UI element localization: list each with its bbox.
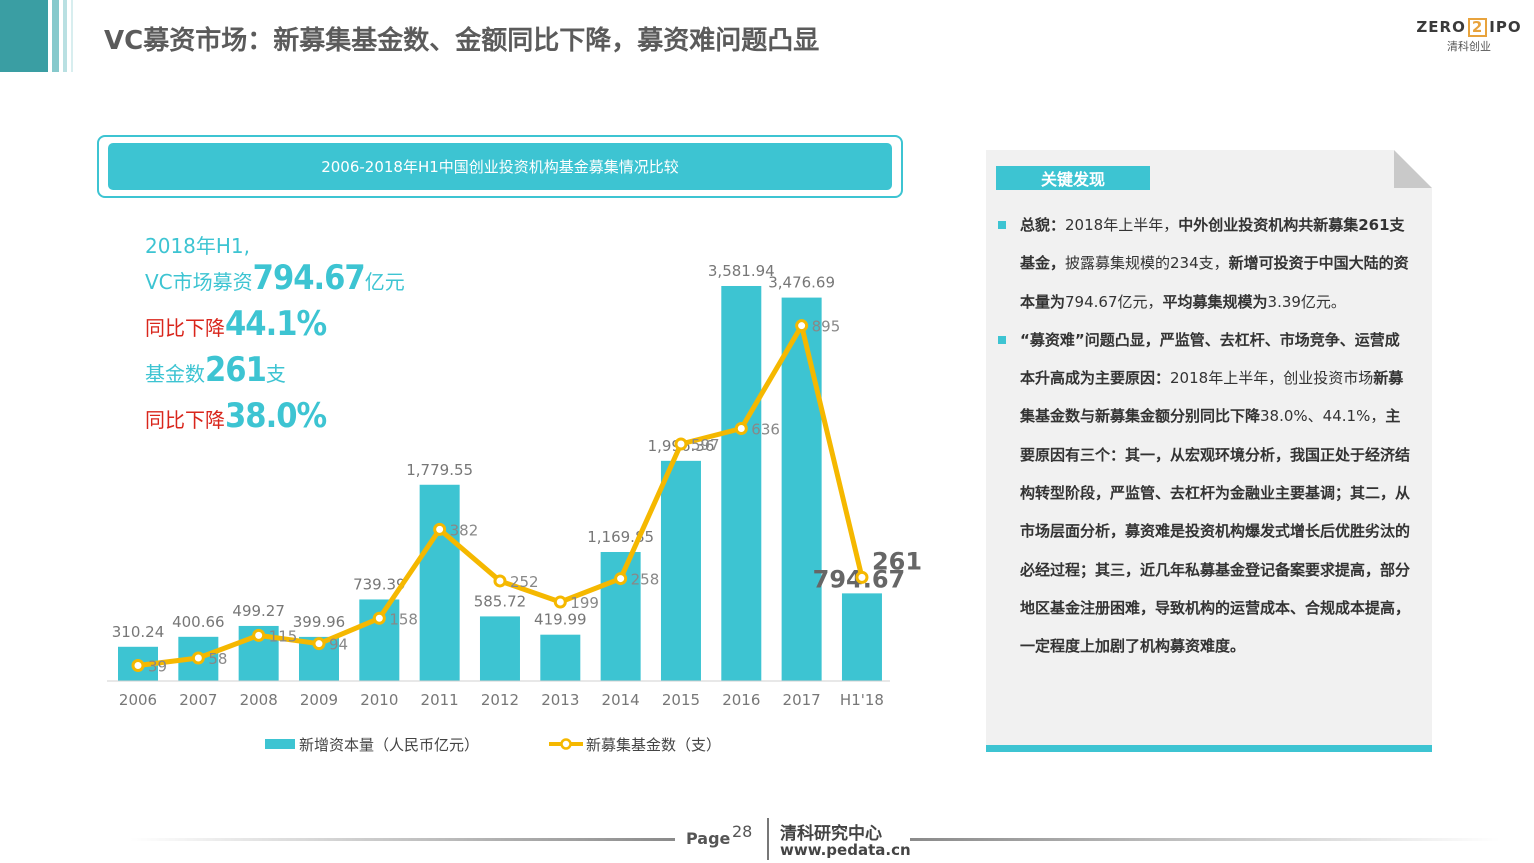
line-point-2016 [734, 422, 748, 436]
finding-text-run: 38.0%、44.1%， [1260, 407, 1386, 426]
x-tick-label: H1'18 [840, 691, 884, 709]
line-value-label: 636 [751, 421, 780, 439]
line-point-2011 [433, 522, 447, 536]
logo-brand-right: IPO [1489, 18, 1522, 36]
bar-value-label: 585.72 [474, 592, 527, 610]
zero2ipo-logo: ZERO 2 IPO 清科创业 [1414, 18, 1524, 54]
footer-url: www.pedata.cn [780, 841, 911, 859]
line-point-2006 [131, 659, 145, 673]
x-tick-labels: 2006 2007 2008 2009 2010 2011 2012 2013 2014 2015… [119, 691, 884, 709]
finding-text-run: 3.39亿元。 [1267, 292, 1346, 311]
bar-value-label: 400.66 [172, 613, 225, 631]
bullet-square-icon [998, 221, 1006, 229]
x-tick-label: 2017 [783, 691, 821, 709]
line-value-label: 199 [570, 594, 599, 612]
line-value-label: 382 [450, 521, 479, 539]
bar-H1'18 [841, 593, 882, 681]
x-tick-label: 2014 [602, 691, 640, 709]
logo-brand-left: ZERO [1416, 18, 1466, 36]
bar-value-label: 310.24 [112, 623, 165, 641]
line-value-label: 258 [631, 571, 660, 589]
line-value-label: 597 [691, 436, 720, 454]
bar-value-label: 3,476.69 [768, 274, 835, 292]
legend-line-label: 新募集基金数（支） [586, 736, 721, 754]
line-point-2007 [191, 651, 205, 665]
line-point-2010 [372, 611, 386, 625]
logo-brand-mid: 2 [1467, 18, 1488, 37]
line-point-2008 [252, 628, 266, 642]
bar-2012 [479, 616, 520, 681]
finding-text-run: 披露募集规模的234支， [1065, 254, 1229, 273]
line-point-2017 [795, 319, 809, 333]
panel-page-fold [1394, 150, 1432, 188]
line-point-H1'18 [855, 570, 869, 584]
bar-2016 [721, 285, 762, 681]
footer-rule-right [910, 838, 1500, 841]
finding-text-run: 总貌： [1020, 216, 1066, 234]
finding-overview: 总貌：2018年上半年，中外创业投资机构共新募集261支基金，披露募集规模的23… [998, 206, 1414, 321]
bar-value-label: 419.99 [534, 611, 587, 629]
x-tick-label: 2009 [300, 691, 338, 709]
findings-list: 总貌：2018年上半年，中外创业投资机构共新募集261支基金，披露募集规模的23… [998, 206, 1414, 666]
bar-2017 [781, 297, 822, 681]
finding-overview-text: 总貌：2018年上半年，中外创业投资机构共新募集261支基金，披露募集规模的23… [1020, 216, 1409, 311]
x-tick-label: 2010 [360, 691, 398, 709]
finding-text-run: 2018年上半年，创业投资市场 [1170, 369, 1374, 388]
line-value-label: 94 [329, 636, 348, 654]
footer-divider [767, 818, 769, 860]
x-tick-label: 2013 [541, 691, 579, 709]
line-point-2013 [553, 595, 567, 609]
key-findings-tab: 关键发现 [996, 166, 1150, 190]
line-value-label: 261 [872, 547, 922, 575]
line-value-label: 58 [208, 650, 227, 668]
finding-text-run: 2018年上半年， [1065, 216, 1179, 234]
x-tick-label: 2016 [722, 691, 760, 709]
logo-brand: ZERO 2 IPO [1414, 18, 1524, 37]
panel-bottom-accent [986, 745, 1432, 752]
footer-rule-left [130, 838, 675, 841]
x-tick-label: 2008 [240, 691, 278, 709]
line-point-2012 [493, 574, 507, 588]
bar-2013 [540, 634, 581, 681]
footer-page-label: Page [686, 829, 731, 848]
line-point-2014 [614, 572, 628, 586]
x-tick-label: 2007 [179, 691, 217, 709]
x-tick-label: 2012 [481, 691, 519, 709]
line-value-label: 39 [148, 658, 167, 676]
line-value-label: 158 [389, 610, 418, 628]
finding-fundraising-difficulty: “募资难”问题凸显，严监管、去杠杆、市场竞争、运营成本升高成为主要原因：2018… [998, 321, 1414, 666]
bar-2011 [419, 484, 460, 681]
fundraising-chart: 310.24400.66499.27399.96739.391,779.5558… [107, 262, 922, 754]
line-point-2009 [312, 637, 326, 651]
logo-subtitle: 清科创业 [1447, 40, 1491, 53]
finding-text-run: 平均募集规模为 [1162, 292, 1268, 311]
bar-value-label: 1,779.55 [406, 461, 473, 479]
finding-text-run: 主要原因有三个：其一，从宏观环境分析，我国正处于经济结构转型阶段，严监管、去杠杆… [1020, 407, 1411, 656]
bar-value-label: 499.27 [232, 602, 285, 620]
line-point-2015 [674, 437, 688, 451]
line-value-label: 252 [510, 573, 539, 591]
x-tick-label: 2015 [662, 691, 700, 709]
legend-line-marker [560, 738, 572, 750]
bar-value-label: 399.96 [293, 613, 346, 631]
chart-legend: 新增资本量（人民币亿元） 新募集基金数（支） [265, 736, 721, 754]
finding-difficulty-text: “募资难”问题凸显，严监管、去杠杆、市场竞争、运营成本升高成为主要原因：2018… [1020, 331, 1410, 655]
legend-bar-label: 新增资本量（人民币亿元） [299, 736, 479, 754]
x-tick-label: 2011 [421, 691, 459, 709]
bullet-square-icon [998, 335, 1006, 344]
legend-bar-swatch [265, 739, 295, 749]
line-value-label: 895 [812, 318, 841, 336]
footer-page-number: 28 [732, 822, 753, 841]
bar-value-label: 3,581.94 [708, 262, 775, 280]
key-findings-panel: 关键发现 总貌：2018年上半年，中外创业投资机构共新募集261支基金，披露募集… [986, 150, 1432, 752]
x-tick-label: 2006 [119, 691, 157, 709]
bar-series [118, 285, 882, 681]
line-value-label: 115 [269, 627, 298, 645]
finding-text-run: 794.67亿元， [1065, 292, 1163, 311]
bar-2015 [660, 460, 701, 681]
